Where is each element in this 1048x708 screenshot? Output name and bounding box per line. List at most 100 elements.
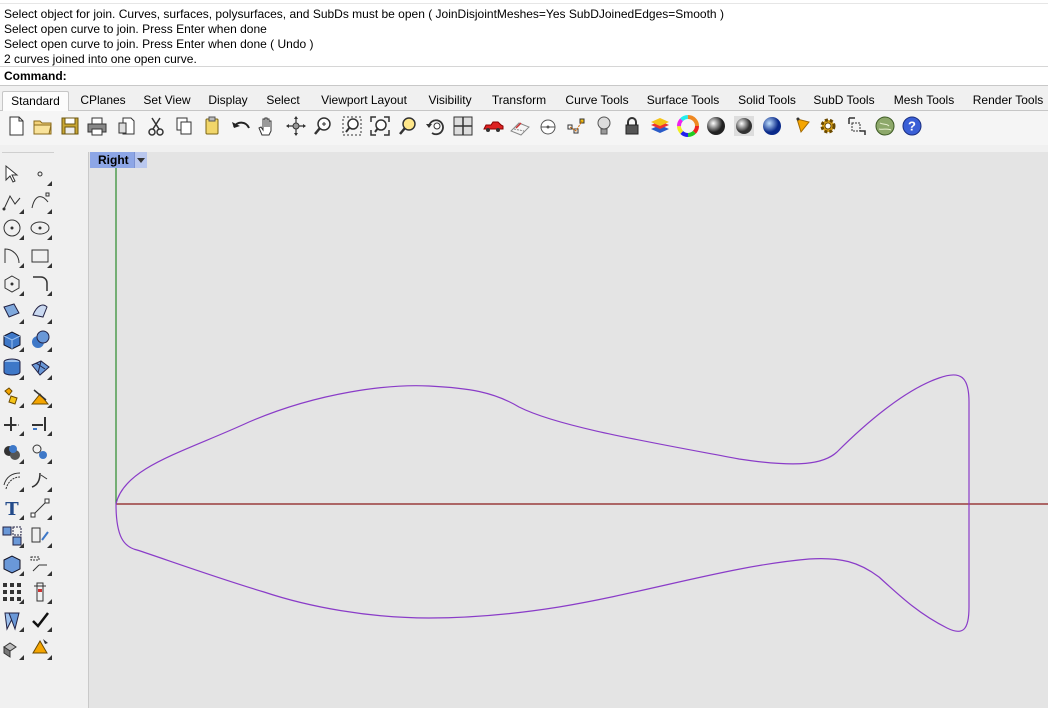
point-icon[interactable] xyxy=(28,162,52,186)
circle-icon[interactable] xyxy=(0,216,24,240)
four-viewports-icon[interactable] xyxy=(451,114,475,138)
zoom-icon[interactable] xyxy=(311,114,335,138)
help-icon[interactable]: ? xyxy=(900,114,924,138)
explode-icon[interactable] xyxy=(0,384,24,408)
tab-standard[interactable]: Standard xyxy=(2,91,69,111)
rotate-view-icon[interactable] xyxy=(284,114,308,138)
curve-icon[interactable] xyxy=(28,190,52,214)
render-shapes-icon[interactable] xyxy=(0,636,24,660)
dimension-icon[interactable] xyxy=(28,496,52,520)
cut-icon[interactable] xyxy=(144,114,168,138)
car-icon[interactable] xyxy=(481,114,505,138)
import-icon[interactable] xyxy=(115,114,139,138)
select-arrow-icon[interactable] xyxy=(0,162,24,186)
paste-icon[interactable] xyxy=(200,114,224,138)
viewport-menu-chevron-down-icon[interactable] xyxy=(133,152,147,168)
toolbar-tab-strip: Standard CPlanes Set View Display Select… xyxy=(0,86,1048,111)
transform-icon[interactable] xyxy=(0,608,24,632)
undo-icon[interactable] xyxy=(229,114,253,138)
polyline-icon[interactable] xyxy=(0,190,24,214)
render-icon[interactable] xyxy=(28,636,52,660)
flyout-indicator-icon xyxy=(19,543,24,548)
flyout-indicator-icon xyxy=(47,459,52,464)
zoom-selected-icon[interactable] xyxy=(396,114,420,138)
tab-select[interactable]: Select xyxy=(261,91,305,109)
zoom-extents-icon[interactable] xyxy=(368,114,392,138)
lights-icon[interactable] xyxy=(792,114,816,138)
tab-set-view[interactable]: Set View xyxy=(138,91,196,109)
new-file-icon[interactable] xyxy=(4,114,28,138)
group-icon[interactable] xyxy=(28,524,52,548)
surface-from-curves-icon[interactable] xyxy=(0,300,24,324)
viewport-canvas[interactable] xyxy=(89,152,1048,708)
tab-surface-tools[interactable]: Surface Tools xyxy=(642,91,724,109)
copy-icon[interactable] xyxy=(172,114,196,138)
grid-snap-icon[interactable] xyxy=(536,114,560,138)
mesh-icon[interactable] xyxy=(28,356,52,380)
options-gear-icon[interactable] xyxy=(816,114,840,138)
globe-icon[interactable] xyxy=(873,114,897,138)
boolean-union-icon[interactable] xyxy=(0,440,24,464)
extend-icon[interactable] xyxy=(28,412,52,436)
selection-filter-icon[interactable] xyxy=(845,114,869,138)
viewport-title-tab[interactable]: Right xyxy=(90,152,147,168)
fillet-curve-icon[interactable] xyxy=(28,272,52,296)
layer-icon[interactable] xyxy=(648,114,672,138)
material-sphere-icon[interactable] xyxy=(704,114,728,138)
pan-hand-icon[interactable] xyxy=(255,114,279,138)
block-icon[interactable] xyxy=(0,552,24,576)
command-input[interactable] xyxy=(68,68,1028,83)
print-icon[interactable] xyxy=(85,114,109,138)
tab-solid-tools[interactable]: Solid Tools xyxy=(732,91,802,109)
command-history-line-2: Select open curve to join. Press Enter w… xyxy=(4,22,267,36)
flyout-indicator-icon xyxy=(47,181,52,186)
boolean-split-icon[interactable] xyxy=(28,440,52,464)
split-icon[interactable] xyxy=(28,384,52,408)
viewport-right[interactable]: Right xyxy=(88,152,1048,708)
save-icon[interactable] xyxy=(58,114,82,138)
check-icon[interactable] xyxy=(28,608,52,632)
undo-view-icon[interactable] xyxy=(423,114,447,138)
select-points-icon[interactable] xyxy=(564,114,588,138)
flyout-indicator-icon xyxy=(47,571,52,576)
tab-subd-tools[interactable]: SubD Tools xyxy=(809,91,879,109)
viewport-title[interactable]: Right xyxy=(90,152,134,168)
analyze-icon[interactable] xyxy=(28,580,52,604)
render-sphere-icon[interactable] xyxy=(760,114,784,138)
tab-visibility[interactable]: Visibility xyxy=(421,91,479,109)
tab-mesh-tools[interactable]: Mesh Tools xyxy=(889,91,959,109)
rectangle-icon[interactable] xyxy=(28,244,52,268)
fillet-edge-icon[interactable] xyxy=(28,468,52,492)
tab-cplanes[interactable]: CPlanes xyxy=(76,91,130,109)
zoom-window-icon[interactable] xyxy=(340,114,364,138)
sphere-icon[interactable] xyxy=(28,328,52,352)
trim-icon[interactable] xyxy=(0,412,24,436)
box-icon[interactable] xyxy=(0,328,24,352)
flyout-indicator-icon xyxy=(19,319,24,324)
flyout-indicator-icon xyxy=(47,599,52,604)
text-icon[interactable]: T xyxy=(0,496,24,520)
cplane-icon[interactable] xyxy=(508,114,532,138)
array-icon[interactable] xyxy=(0,524,24,548)
offset-curve-icon[interactable] xyxy=(0,468,24,492)
tab-curve-tools[interactable]: Curve Tools xyxy=(561,91,633,109)
tab-render-tools[interactable]: Render Tools xyxy=(968,91,1048,109)
flyout-indicator-icon xyxy=(19,599,24,604)
ellipse-icon[interactable] xyxy=(28,216,52,240)
cylinder-icon[interactable] xyxy=(0,356,24,380)
lock-icon[interactable] xyxy=(620,114,644,138)
open-folder-icon[interactable] xyxy=(31,114,55,138)
polygon-icon[interactable] xyxy=(0,272,24,296)
grid-array-icon[interactable] xyxy=(0,580,24,604)
svg-text:T: T xyxy=(5,499,19,520)
arc-icon[interactable] xyxy=(0,244,24,268)
loft-surface-icon[interactable] xyxy=(28,300,52,324)
rendered-sphere-icon[interactable] xyxy=(732,114,756,138)
light-bulb-icon[interactable] xyxy=(592,114,616,138)
tab-viewport-layout[interactable]: Viewport Layout xyxy=(315,91,413,109)
command-history: Select object for join. Curves, surfaces… xyxy=(0,0,1048,66)
tab-display[interactable]: Display xyxy=(203,91,253,109)
color-wheel-icon[interactable] xyxy=(676,114,700,138)
tab-transform[interactable]: Transform xyxy=(487,91,551,109)
curve-from-object-icon[interactable] xyxy=(28,552,52,576)
